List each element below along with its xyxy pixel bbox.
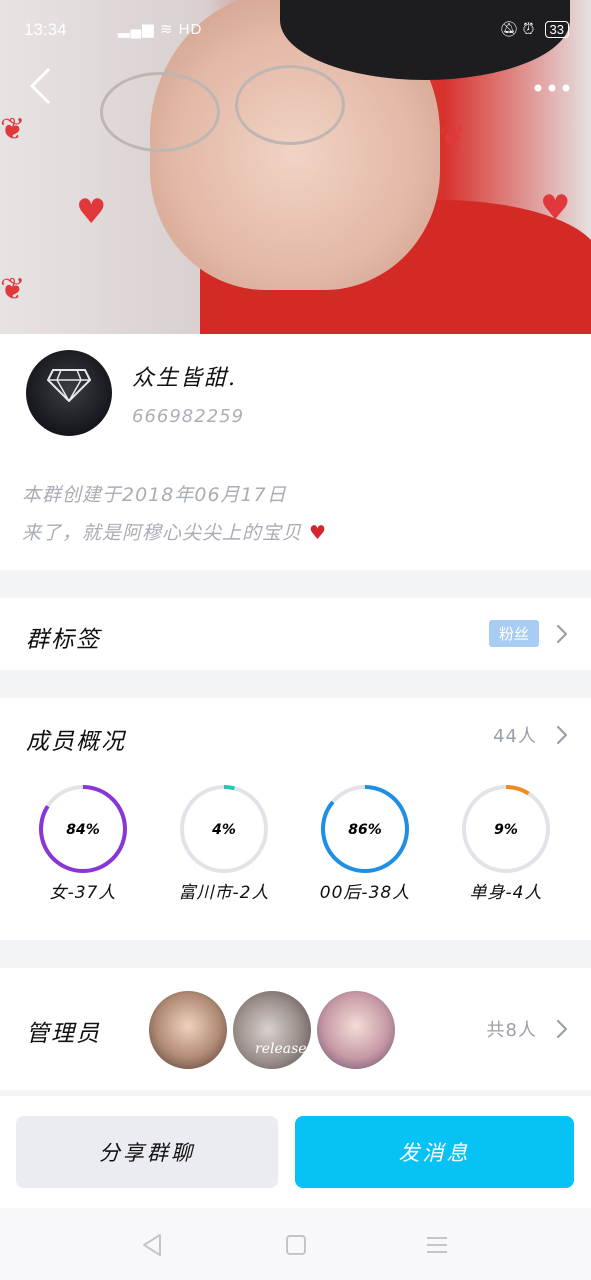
member-stat-gender: 84% 女-37人 — [13, 782, 153, 903]
ring-chart: 4% — [180, 785, 268, 873]
group-description: 来了，就是阿穆心尖尖上的宝贝 ♥ — [22, 518, 327, 545]
ring-chart: 86% — [321, 785, 409, 873]
back-button[interactable] — [22, 64, 62, 108]
admin-avatar[interactable]: release — [230, 988, 314, 1072]
admins-row[interactable]: 管理员 release 共8人 — [0, 968, 591, 1090]
ring-chart: 84% — [39, 785, 127, 873]
group-created-date: 本群创建于2018年06月17日 — [22, 484, 287, 506]
wifi-icon: ≋ — [159, 21, 174, 38]
ring-chart: 9% — [462, 785, 550, 873]
group-name: 众生皆甜. — [132, 366, 237, 391]
heart-emoji-icon: ♥ — [302, 522, 328, 544]
stat-label: 00后-38人 — [319, 883, 411, 903]
cover-glasses-right — [235, 65, 345, 145]
chevron-right-icon — [556, 1019, 568, 1039]
cherry-sticker-icon: ❦ — [440, 120, 466, 155]
group-avatar[interactable] — [26, 350, 112, 436]
heart-sticker-icon: ♥ — [540, 188, 571, 228]
status-bar: 13:34 ▂▄▆ ≋ HD 🔕︎ ⏰︎ 33 — [0, 0, 591, 60]
chevron-right-icon — [556, 624, 568, 644]
ring-percent: 86% — [348, 822, 382, 838]
admin-avatar[interactable] — [314, 988, 398, 1072]
status-right: 🔕︎ ⏰︎ 33 — [499, 20, 569, 38]
send-message-button[interactable]: 发消息 — [295, 1116, 574, 1188]
network-indicator: ▂▄▆ ≋ HD — [118, 20, 202, 38]
ring-percent: 9% — [494, 822, 518, 838]
status-time: 13:34 — [24, 20, 67, 39]
strawberry-sticker-icon: ❦ — [0, 272, 26, 307]
group-tag-title: 群标签 — [26, 627, 101, 653]
cover-glasses-left — [100, 72, 220, 152]
system-nav-bar — [0, 1208, 591, 1280]
heart-sticker-icon: ♥ — [76, 192, 107, 232]
member-stat-city: 4% 富川市-2人 — [154, 782, 294, 903]
share-group-button[interactable]: 分享群聊 — [16, 1116, 278, 1188]
battery-icon: 33 — [544, 21, 569, 38]
nav-home-icon[interactable] — [283, 1232, 309, 1258]
more-button[interactable] — [531, 74, 573, 102]
section-divider — [0, 670, 591, 698]
chevron-left-icon — [30, 68, 50, 104]
more-dots-icon — [534, 84, 570, 92]
group-id: 666982259 — [132, 406, 245, 427]
signal-icon: ▂▄▆ — [118, 21, 155, 38]
action-bar: 分享群聊 发消息 — [0, 1096, 591, 1208]
battery-level: 33 — [549, 22, 564, 37]
group-tag-badge: 粉丝 — [488, 620, 539, 647]
group-profile: 众生皆甜. 666982259 本群创建于2018年06月17日 来了，就是阿穆… — [0, 334, 591, 570]
chevron-right-icon — [556, 725, 568, 745]
group-motto: 来了，就是阿穆心尖尖上的宝贝 — [22, 522, 303, 544]
nav-back-icon[interactable] — [140, 1232, 166, 1258]
ring-percent: 4% — [211, 822, 236, 838]
diamond-logo-icon — [47, 369, 91, 402]
stat-label: 单身-4人 — [469, 883, 543, 903]
mute-icon: 🔕︎ — [499, 21, 519, 38]
admins-count: 共8人 — [486, 1020, 537, 1041]
members-count: 44人 — [493, 726, 537, 747]
admin-avatar-caption: release — [255, 1041, 307, 1057]
admin-avatar[interactable] — [146, 988, 230, 1072]
alarm-icon: ⏰︎ — [522, 21, 535, 38]
section-divider — [0, 570, 591, 598]
members-title: 成员概况 — [26, 729, 126, 755]
ring-percent: 84% — [66, 822, 100, 838]
stat-label: 富川市-2人 — [178, 883, 270, 903]
member-stat-age: 86% 00后-38人 — [295, 782, 435, 903]
member-stat-single: 9% 单身-4人 — [436, 782, 576, 903]
nav-menu-icon[interactable] — [424, 1232, 450, 1258]
network-label: HD — [178, 21, 203, 38]
group-tag-row[interactable]: 群标签 粉丝 — [0, 598, 591, 670]
section-divider — [0, 940, 591, 968]
members-overview[interactable]: 成员概况 44人 84% 女-37人 4% 富川市-2人 86% 00后-38人 — [0, 698, 591, 940]
admins-title: 管理员 — [26, 1021, 101, 1047]
stat-label: 女-37人 — [49, 883, 117, 903]
strawberry-sticker-icon: ❦ — [0, 112, 26, 147]
